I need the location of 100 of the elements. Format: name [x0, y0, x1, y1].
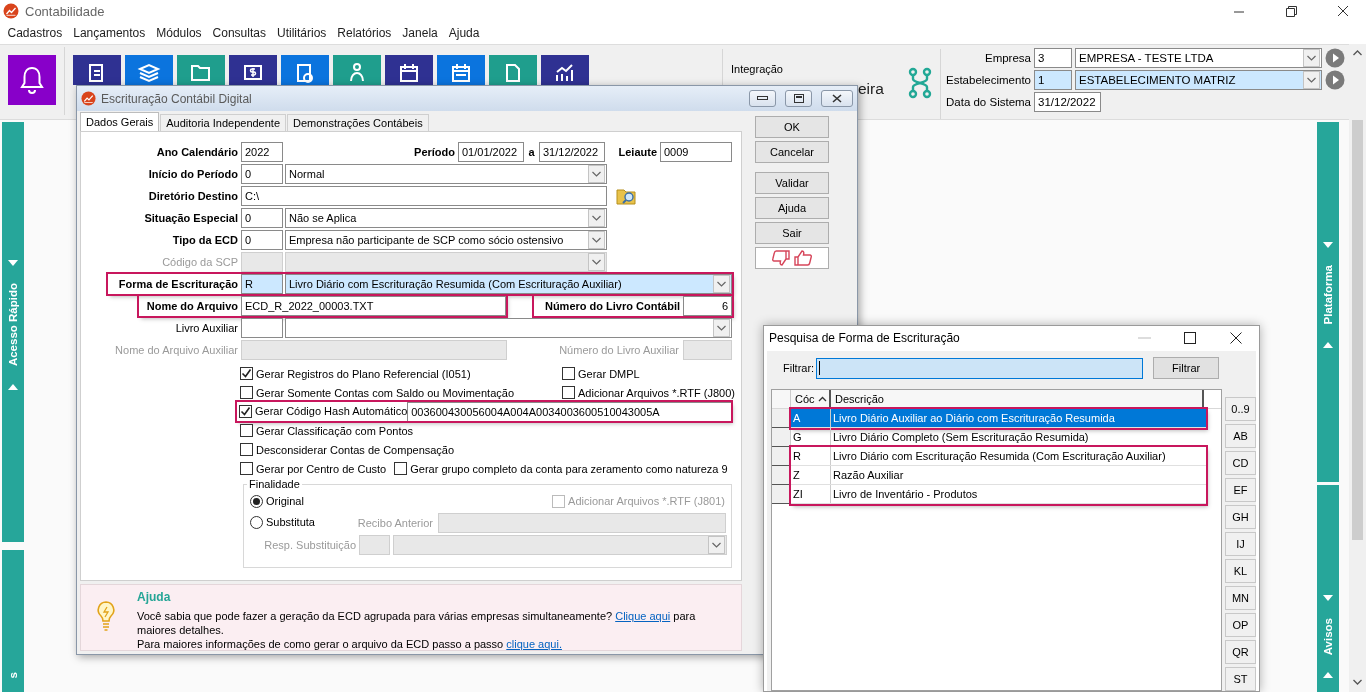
dropdown[interactable]: Normal: [285, 164, 607, 184]
checkbox[interactable]: Adicionar Arquivos *.RTF (J800): [562, 386, 735, 399]
play-icon[interactable]: [1325, 48, 1345, 68]
restore-button[interactable]: [785, 90, 812, 107]
search-field[interactable]: [816, 357, 1144, 379]
close-button[interactable]: [821, 90, 853, 107]
field-label: Forma de Escrituração: [118, 278, 238, 290]
module-button[interactable]: [541, 55, 589, 85]
text-field[interactable]: 0: [241, 230, 283, 250]
link[interactable]: Clique aqui: [615, 610, 671, 622]
play-icon[interactable]: [1325, 70, 1345, 90]
tab[interactable]: Demonstrações Contábeis: [287, 114, 429, 131]
close-icon[interactable]: [1230, 332, 1242, 345]
module-button[interactable]: [385, 55, 433, 85]
module-button[interactable]: [73, 55, 121, 85]
letter-filter-button[interactable]: GH: [1225, 505, 1256, 529]
module-button[interactable]: [437, 55, 485, 85]
letter-filter-button[interactable]: KL: [1225, 559, 1256, 583]
dialog-button[interactable]: Validar: [755, 172, 829, 194]
link[interactable]: clique aqui.: [506, 638, 562, 650]
field-label: Resp. Substituição: [264, 539, 356, 551]
text-field[interactable]: 0: [241, 208, 283, 228]
text-field[interactable]: [241, 318, 283, 338]
table-row[interactable]: Z Razão Auxiliar: [791, 466, 1206, 485]
module-button[interactable]: [125, 55, 173, 85]
tab[interactable]: Auditoria Independente: [160, 114, 287, 131]
dropdown[interactable]: [285, 318, 732, 338]
dropdown[interactable]: Empresa não participante de SCP como sócio ostensivo: [285, 230, 607, 250]
integration-icon[interactable]: [908, 67, 932, 99]
chevron-down-icon: [588, 165, 605, 183]
text-field[interactable]: R: [241, 274, 283, 294]
dialog-button[interactable]: Cancelar: [755, 141, 829, 163]
filter-button[interactable]: Filtrar: [1153, 357, 1220, 380]
text-field[interactable]: ECD_R_2022_00003.TXT: [241, 296, 506, 316]
maximize-icon[interactable]: [1184, 332, 1196, 345]
minimize-button[interactable]: [749, 90, 776, 107]
menu-item[interactable]: Lançamentos: [67, 26, 151, 40]
row-header-cell[interactable]: [772, 428, 791, 447]
menu-item[interactable]: Cadastros: [2, 26, 68, 40]
text-field[interactable]: 1: [1034, 70, 1072, 90]
thumbs-up-icon[interactable]: [793, 249, 813, 267]
menu-item[interactable]: Consultas: [207, 26, 272, 40]
column-header[interactable]: Cóc: [791, 390, 831, 408]
letter-filter-button[interactable]: 0..9: [1225, 397, 1256, 421]
text-field[interactable]: 003600430056004A004A0034003600510043005A: [407, 401, 734, 422]
table-row[interactable]: ZI Livro de Inventário - Produtos: [791, 485, 1206, 504]
menu-item[interactable]: Relatórios: [331, 26, 397, 40]
menu-item[interactable]: Ajuda: [443, 26, 485, 40]
checkbox[interactable]: Gerar grupo completo da conta para zeramento como natureza 9: [394, 462, 728, 475]
close-icon[interactable]: [1337, 5, 1349, 17]
restore-icon[interactable]: [1285, 5, 1297, 17]
checkbox[interactable]: Gerar Classificação com Pontos: [240, 424, 414, 437]
table-row[interactable]: R Livro Diário com Escrituração Resumida (Com Escrituração Auxiliar): [791, 447, 1206, 466]
checkbox[interactable]: Gerar Somente Contas com Saldo ou Movimentação: [240, 386, 515, 399]
module-button[interactable]: [229, 55, 277, 85]
table-row[interactable]: G Livro Diário Completo (Sem Escrituração Resumida): [791, 428, 1206, 447]
tab[interactable]: Dados Gerais: [80, 112, 160, 131]
table-row[interactable]: A Livro Diário Auxiliar ao Diário com Escrituração Resumida: [791, 409, 1206, 428]
thumbs-down-icon[interactable]: [771, 249, 791, 267]
letter-filter-button[interactable]: AB: [1225, 424, 1256, 448]
menu-item[interactable]: Módulos: [150, 26, 208, 40]
text-field[interactable]: 3: [1034, 48, 1072, 68]
text-field[interactable]: 6: [683, 296, 732, 316]
caret-down-icon: [8, 260, 18, 268]
menu-item[interactable]: Janela: [396, 26, 444, 40]
checkbox[interactable]: Gerar Registros do Plano Referencial (I051): [240, 367, 471, 380]
letter-filter-button[interactable]: QR: [1225, 640, 1256, 664]
letter-filter-button[interactable]: IJ: [1225, 532, 1256, 556]
letter-filter-button[interactable]: ST: [1225, 667, 1256, 691]
column-header[interactable]: Descrição: [831, 390, 1204, 408]
text-field[interactable]: C:\: [241, 186, 607, 206]
text-field[interactable]: 2022: [241, 142, 283, 162]
dropdown[interactable]: EMPRESA - TESTE LTDA: [1075, 48, 1322, 68]
letter-filter-button[interactable]: MN: [1225, 586, 1256, 610]
checkbox[interactable]: Gerar DMPL: [562, 367, 640, 380]
scrollbar[interactable]: [1349, 44, 1366, 692]
checkbox[interactable]: Gerar Código Hash Automático: [239, 404, 408, 418]
dropdown[interactable]: ESTABELECIMENTO MATRIZ: [1075, 70, 1322, 90]
text-field[interactable]: 0009: [660, 142, 732, 162]
sort-up-icon[interactable]: [817, 396, 827, 402]
letter-filter-button[interactable]: EF: [1225, 478, 1256, 502]
dialog-button[interactable]: OK: [755, 116, 829, 138]
dialog-button[interactable]: Sair: [755, 222, 829, 244]
text-field[interactable]: 31/12/2022: [1034, 92, 1101, 112]
text-field[interactable]: 01/01/2022: [458, 142, 524, 162]
checkbox[interactable]: Gerar por Centro de Custo: [240, 462, 387, 475]
menu-item[interactable]: Utilitários: [271, 26, 332, 40]
folder-search-icon[interactable]: [616, 186, 638, 206]
module-button[interactable]: [281, 55, 329, 85]
dropdown[interactable]: Livro Diário com Escrituração Resumida (Com Escrituração Auxiliar): [285, 274, 732, 294]
notifications-button[interactable]: [8, 55, 56, 105]
letter-filter-button[interactable]: OP: [1225, 613, 1256, 637]
checkbox[interactable]: Desconsiderar Contas de Compensação: [240, 443, 455, 456]
dialog-button[interactable]: Ajuda: [755, 197, 829, 219]
text-field[interactable]: 31/12/2022: [539, 142, 605, 162]
radio-button[interactable]: Original: [250, 494, 304, 508]
radio-button[interactable]: Substituta: [250, 515, 315, 529]
letter-filter-button[interactable]: CD: [1225, 451, 1256, 475]
text-field[interactable]: 0: [241, 164, 283, 184]
dropdown[interactable]: Não se Aplica: [285, 208, 607, 228]
